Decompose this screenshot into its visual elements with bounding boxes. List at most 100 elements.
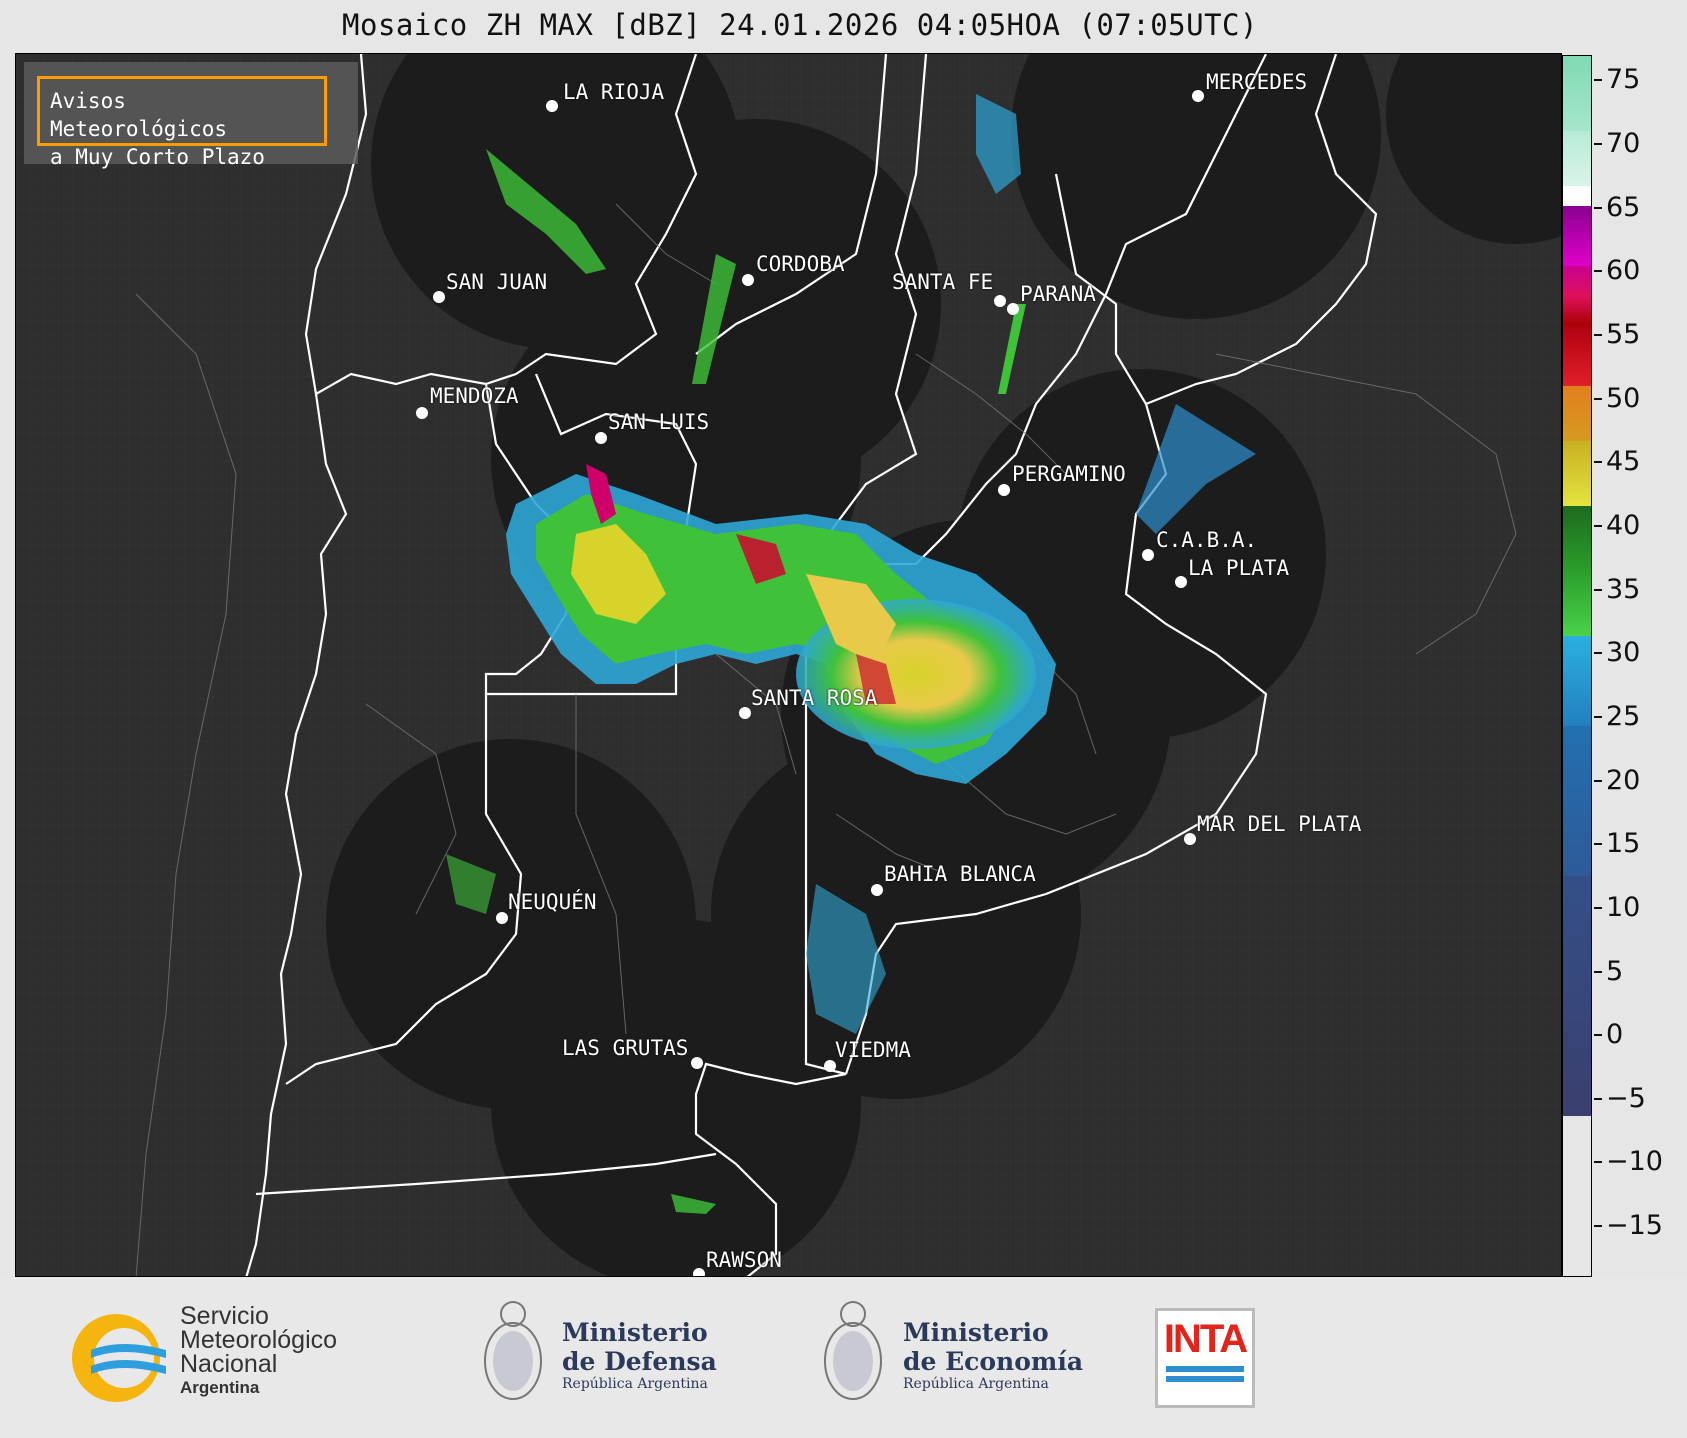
city-marker[interactable] (416, 407, 428, 419)
colorbar-tick-label: −15 (1606, 1210, 1663, 1242)
city-label-san-luis: SAN LUIS (608, 410, 710, 434)
colorbar-tick-mark (1594, 1161, 1602, 1164)
colorbar-tick-mark (1594, 1034, 1602, 1037)
colorbar-tick-label: 10 (1606, 891, 1641, 923)
colorbar-tick-label: 60 (1606, 255, 1641, 287)
map-title: Mosaico ZH MAX [dBZ] 24.01.2026 04:05HOA… (342, 8, 1258, 42)
colorbar-tick-mark (1594, 715, 1602, 718)
city-label-santa-fe: SANTA FE (892, 270, 994, 294)
colorbar-tick-mark (1594, 270, 1602, 273)
smn-line-4: Argentina (180, 1378, 260, 1397)
colorbar-tick-mark (1594, 143, 1602, 146)
city-label-viedma: VIEDMA (835, 1038, 911, 1062)
smn-logo: Servicio Meteorológico Nacional Argentin… (180, 1304, 337, 1400)
colorbar-tick-mark (1594, 652, 1602, 655)
radar-map[interactable]: Avisos Meteorológicos a Muy Corto Plazo … (15, 53, 1562, 1277)
colorbar-tick-mark (1594, 524, 1602, 527)
dbz-colorbar (1562, 55, 1592, 1277)
colorbar-tick-mark (1594, 334, 1602, 337)
colorbar-tick-label: 30 (1606, 637, 1641, 669)
smn-line-2: Meteorológico (180, 1326, 338, 1354)
city-label-mendoza: MENDOZA (430, 384, 519, 408)
city-label-santa-rosa: SANTA ROSA (751, 686, 878, 710)
colorbar-tick-label: −5 (1606, 1082, 1646, 1114)
city-label-rawson: RAWSON (706, 1248, 782, 1272)
city-marker[interactable] (994, 295, 1006, 307)
avisos-box: Avisos Meteorológicos a Muy Corto Plazo (37, 76, 327, 169)
smn-logo-icon (72, 1314, 166, 1402)
avisos-line-2: a Muy Corto Plazo (50, 145, 265, 169)
defensa-logo: Ministerio de Defensa República Argentin… (562, 1318, 717, 1392)
city-marker[interactable] (739, 707, 751, 719)
economia-line-2: de Economía (903, 1347, 1084, 1376)
colorbar-tick-label: 45 (1606, 446, 1641, 478)
colorbar-tick-label: 15 (1606, 828, 1641, 860)
colorbar-tick-mark (1594, 79, 1602, 82)
colorbar-tick-label: 65 (1606, 191, 1641, 223)
colorbar-tick-label: 40 (1606, 509, 1641, 541)
colorbar-tick-mark (1594, 461, 1602, 464)
economia-line-1: Ministerio (903, 1318, 1049, 1347)
city-label-la-plata: LA PLATA (1188, 556, 1290, 580)
colorbar-tick-label: 35 (1606, 573, 1641, 605)
city-marker[interactable] (496, 912, 508, 924)
city-label-la-rioja: LA RIOJA (563, 80, 665, 104)
city-marker[interactable] (693, 1268, 705, 1276)
economia-logo: Ministerio de Economía República Argenti… (903, 1318, 1083, 1392)
colorbar-tick-mark (1594, 970, 1602, 973)
colorbar-tick-mark (1594, 206, 1602, 209)
city-label-caba: C.A.B.A. (1156, 528, 1258, 552)
colorbar-tick-mark (1594, 906, 1602, 909)
smn-line-1: Servicio (180, 1302, 269, 1330)
city-marker[interactable] (1184, 833, 1196, 845)
city-label-bahia-blanca: BAHIA BLANCA (884, 862, 1036, 886)
city-label-cordoba: CORDOBA (756, 252, 845, 276)
colorbar-tick-mark (1594, 1097, 1602, 1100)
city-marker[interactable] (1175, 576, 1187, 588)
defensa-line-3: República Argentina (562, 1376, 708, 1392)
colorbar-tick-label: 55 (1606, 319, 1641, 351)
inta-stripe (1166, 1376, 1244, 1382)
city-marker[interactable] (595, 432, 607, 444)
city-label-parana: PARANA (1020, 282, 1096, 306)
colorbar-tick-label: −10 (1606, 1146, 1663, 1178)
inta-stripe (1166, 1366, 1244, 1372)
city-marker[interactable] (742, 274, 754, 286)
colorbar-tick-label: 0 (1606, 1019, 1624, 1051)
map-canvas (16, 54, 1561, 1276)
colorbar-tick-label: 70 (1606, 128, 1641, 160)
avisos-line-1: Avisos Meteorológicos (50, 89, 228, 141)
smn-line-3: Nacional (180, 1350, 278, 1378)
colorbar-tick-label: 5 (1606, 955, 1624, 987)
coat-of-arms-icon (484, 1301, 542, 1400)
colorbar-tick-mark (1594, 779, 1602, 782)
city-marker[interactable] (871, 884, 883, 896)
inta-logo: INTA (1155, 1308, 1255, 1408)
colorbar-tick-label: 20 (1606, 764, 1641, 796)
colorbar-tick-mark (1594, 397, 1602, 400)
city-marker[interactable] (998, 484, 1010, 496)
city-marker[interactable] (1192, 90, 1204, 102)
colorbar-tick-label: 75 (1606, 64, 1641, 96)
city-label-mercedes: MERCEDES (1206, 70, 1308, 94)
defensa-line-1: Ministerio (562, 1318, 708, 1347)
city-label-pergamino: PERGAMINO (1012, 462, 1126, 486)
colorbar-tick-mark (1594, 1225, 1602, 1228)
city-label-las-grutas: LAS GRUTAS (562, 1036, 689, 1060)
avisos-badge[interactable]: Avisos Meteorológicos a Muy Corto Plazo (24, 62, 358, 169)
city-marker[interactable] (433, 291, 445, 303)
city-marker[interactable] (1007, 303, 1019, 315)
footer-logos: Servicio Meteorológico Nacional Argentin… (0, 1278, 1687, 1438)
city-marker[interactable] (546, 100, 558, 112)
economia-line-3: República Argentina (903, 1376, 1049, 1392)
city-marker[interactable] (691, 1057, 703, 1069)
coat-of-arms-icon (824, 1301, 882, 1400)
defensa-line-2: de Defensa (562, 1347, 717, 1376)
city-label-san-juan: SAN JUAN (446, 270, 548, 294)
colorbar-tick-mark (1594, 843, 1602, 846)
colorbar-tick-mark (1594, 588, 1602, 591)
city-marker[interactable] (1142, 549, 1154, 561)
colorbar-tick-label: 25 (1606, 700, 1641, 732)
city-label-neuquen: NEUQUÉN (508, 890, 597, 914)
colorbar-tick-label: 50 (1606, 382, 1641, 414)
